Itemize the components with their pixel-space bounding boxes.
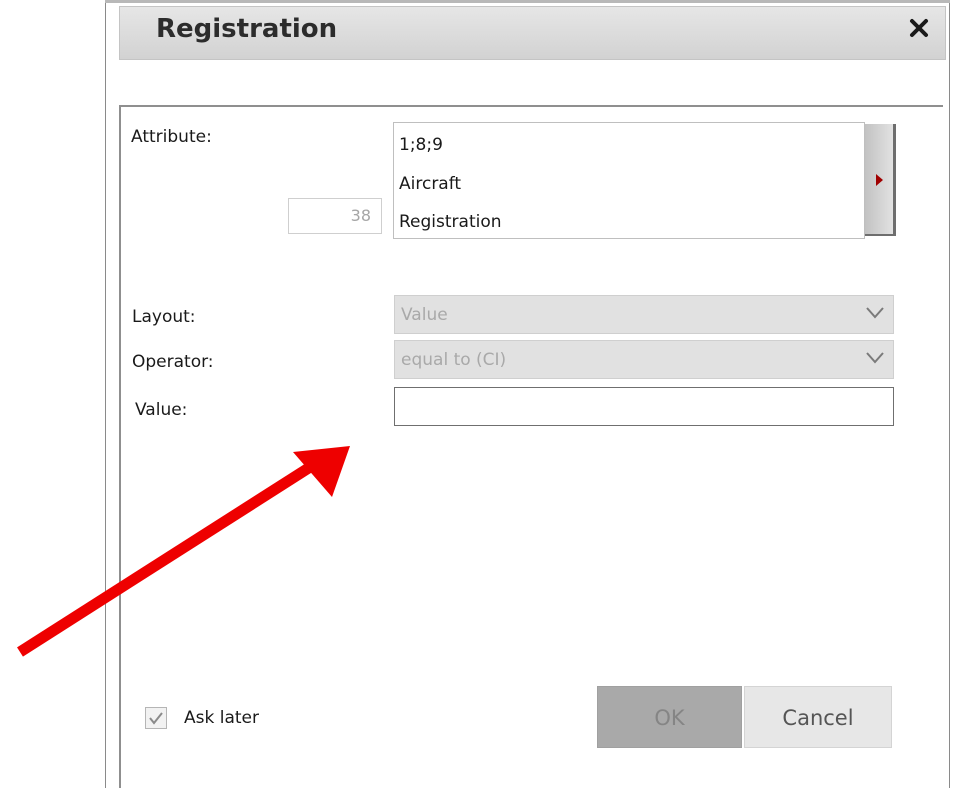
layout-select[interactable]: Value <box>394 295 894 334</box>
layout-label: Layout: <box>132 307 196 327</box>
operator-label: Operator: <box>132 352 214 372</box>
layout-selected-value: Value <box>401 305 448 325</box>
ask-later-label: Ask later <box>184 708 259 728</box>
attribute-path-line: Aircraft <box>399 174 462 194</box>
attribute-id-field: 38 <box>288 198 382 234</box>
screenshot-page: Registration Attribute: 38 1;8;9 Aircraf… <box>0 0 954 788</box>
attribute-label: Attribute: <box>131 127 212 147</box>
dialog-titlebar: Registration <box>119 6 946 60</box>
operator-selected-value: equal to (CI) <box>401 350 507 370</box>
window-frame-top <box>105 0 950 3</box>
attribute-expand-button[interactable] <box>865 124 896 236</box>
ok-button[interactable]: OK <box>597 686 742 748</box>
operator-select[interactable]: equal to (CI) <box>394 340 894 379</box>
chevron-down-icon <box>866 307 884 319</box>
attribute-path-box[interactable]: 1;8;9 Aircraft Registration <box>393 122 865 239</box>
chevron-down-icon <box>866 352 884 364</box>
value-label: Value: <box>135 400 188 420</box>
close-icon[interactable] <box>907 16 931 40</box>
window-frame-left <box>105 0 106 788</box>
dialog-title: Registration <box>156 14 338 44</box>
cancel-button[interactable]: Cancel <box>744 686 892 748</box>
ask-later-checkbox[interactable] <box>145 707 167 729</box>
attribute-path-line: 1;8;9 <box>399 135 443 155</box>
close-icon-glyph <box>910 19 928 37</box>
window-frame-right <box>949 0 950 788</box>
checkmark-icon <box>149 712 163 725</box>
triangle-right-icon <box>876 174 883 186</box>
value-input[interactable] <box>394 387 894 426</box>
attribute-path-line: Registration <box>399 212 502 232</box>
